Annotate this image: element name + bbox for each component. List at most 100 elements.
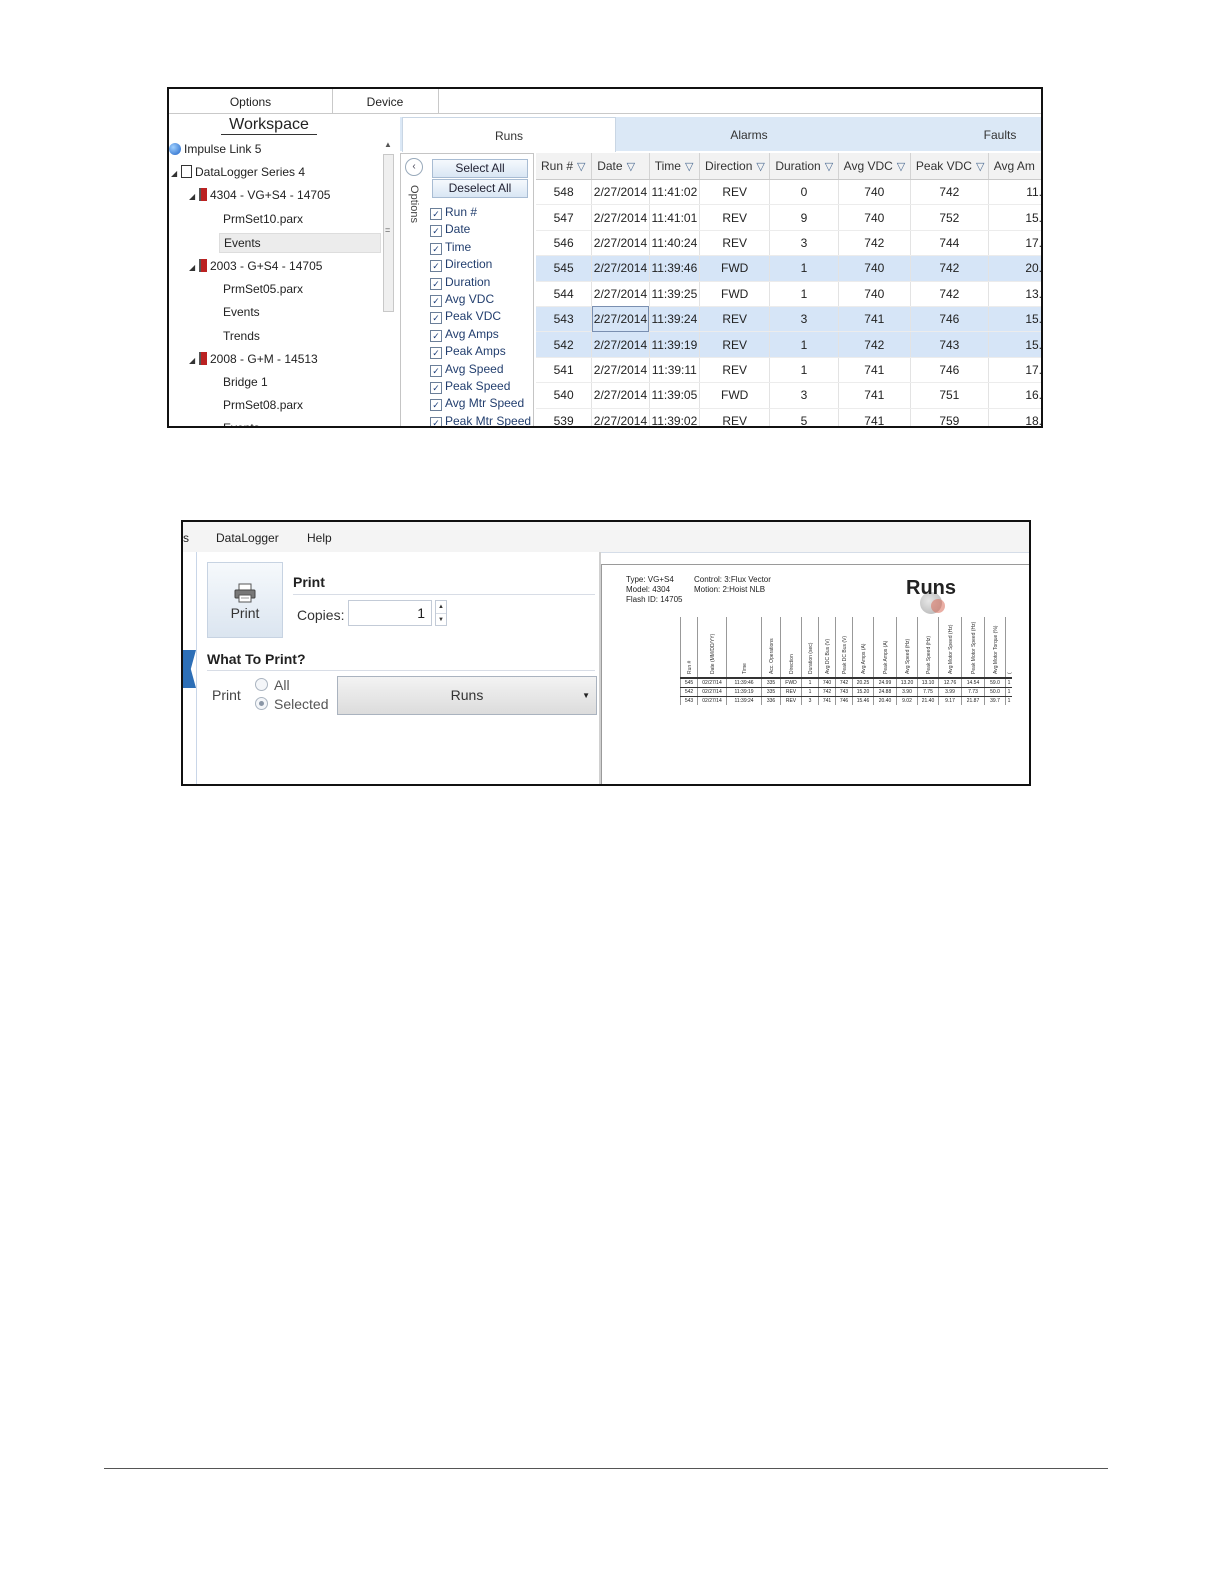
column-checkbox[interactable]: ✓ Peak Mtr Speed bbox=[430, 414, 531, 426]
copies-spinner[interactable]: ▲ ▼ bbox=[435, 600, 447, 626]
table-cell[interactable]: 742 bbox=[838, 230, 911, 257]
table-cell[interactable]: FWD bbox=[699, 281, 771, 307]
table-cell[interactable]: 15. bbox=[988, 306, 1041, 333]
spin-up-icon[interactable]: ▲ bbox=[436, 601, 446, 614]
table-cell[interactable]: 1 bbox=[769, 331, 839, 358]
table-cell[interactable]: REV bbox=[699, 306, 771, 333]
table-cell[interactable]: 544 bbox=[536, 281, 593, 307]
table-cell[interactable]: 0 bbox=[769, 179, 839, 206]
table-row[interactable]: 539 2/27/2014 11:39:02 REV 5 741 759 18. bbox=[536, 408, 1041, 426]
table-cell[interactable]: 15. bbox=[988, 204, 1041, 231]
table-cell[interactable]: FWD bbox=[699, 382, 771, 409]
table-cell[interactable]: 546 bbox=[536, 230, 593, 257]
table-cell[interactable]: 744 bbox=[910, 230, 989, 257]
table-cell[interactable]: 2/27/2014 bbox=[591, 179, 650, 206]
table-cell[interactable]: 2/27/2014 bbox=[591, 382, 650, 409]
table-cell[interactable]: 740 bbox=[838, 281, 911, 307]
table-row[interactable]: 545 2/27/2014 11:39:46 FWD 1 740 742 20. bbox=[536, 255, 1041, 282]
column-header[interactable]: Direction ▽ bbox=[699, 153, 771, 180]
table-cell[interactable]: 740 bbox=[838, 179, 911, 206]
table-cell[interactable]: 5 bbox=[769, 408, 839, 426]
column-checkbox[interactable]: ✓ Direction bbox=[430, 257, 492, 273]
table-cell[interactable]: 2/27/2014 bbox=[591, 255, 650, 282]
menu-datalogger[interactable]: DataLogger bbox=[216, 522, 279, 552]
table-cell[interactable]: 740 bbox=[838, 204, 911, 231]
tree-item[interactable]: ◢ 2003 - G+S4 - 14705 bbox=[189, 257, 322, 275]
table-row[interactable]: 547 2/27/2014 11:41:01 REV 9 740 752 15. bbox=[536, 204, 1041, 231]
expand-toggle-icon[interactable]: ◢ bbox=[189, 259, 199, 277]
table-cell[interactable]: 759 bbox=[910, 408, 989, 426]
column-checkbox[interactable]: ✓ Avg Speed bbox=[430, 362, 504, 377]
checkbox-checked-icon[interactable]: ✓ bbox=[430, 329, 442, 342]
menu-partial[interactable]: s bbox=[183, 522, 189, 552]
column-header[interactable]: Duration ▽ bbox=[769, 153, 839, 180]
tab-alarms[interactable]: Alarms bbox=[644, 117, 854, 151]
table-cell[interactable]: 15. bbox=[988, 331, 1041, 358]
checkbox-checked-icon[interactable]: ✓ bbox=[430, 225, 442, 238]
table-cell[interactable]: 11:39:02 bbox=[649, 408, 701, 426]
column-checkbox[interactable]: ✓ Time bbox=[430, 240, 471, 255]
table-row[interactable]: 543 2/27/2014 11:39:24 REV 3 741 746 15. bbox=[536, 306, 1041, 333]
table-cell[interactable]: 2/27/2014 bbox=[591, 230, 650, 257]
column-checkbox[interactable]: ✓ Peak VDC bbox=[430, 309, 501, 325]
column-checkbox[interactable]: ✓ Avg VDC bbox=[430, 292, 494, 307]
checkbox-checked-icon[interactable]: ✓ bbox=[430, 347, 442, 360]
table-cell[interactable]: 542 bbox=[536, 331, 593, 358]
column-checkbox[interactable]: ✓ Peak Amps bbox=[430, 344, 506, 360]
tab-runs[interactable]: Runs bbox=[402, 117, 616, 152]
column-checkbox[interactable]: ✓ Run # bbox=[430, 205, 477, 220]
table-cell[interactable]: 13. bbox=[988, 281, 1041, 307]
radio-selected-dot[interactable] bbox=[255, 697, 268, 710]
expand-toggle-icon[interactable]: ◢ bbox=[189, 352, 199, 370]
filter-icon[interactable]: ▽ bbox=[577, 160, 585, 173]
table-cell[interactable]: 743 bbox=[910, 331, 989, 358]
table-cell[interactable]: 2/27/2014 bbox=[591, 306, 650, 333]
table-cell[interactable]: 2/27/2014 bbox=[591, 331, 650, 358]
copies-input[interactable]: 1 bbox=[348, 600, 432, 626]
radio-all-dot[interactable] bbox=[255, 678, 268, 691]
table-row[interactable]: 541 2/27/2014 11:39:11 REV 1 741 746 17. bbox=[536, 357, 1041, 384]
table-cell[interactable]: 2/27/2014 bbox=[591, 204, 650, 231]
table-cell[interactable]: 545 bbox=[536, 255, 593, 282]
table-cell[interactable]: 746 bbox=[910, 306, 989, 333]
table-cell[interactable]: 2/27/2014 bbox=[591, 281, 650, 307]
column-header[interactable]: Time ▽ bbox=[649, 153, 701, 180]
table-cell[interactable]: 540 bbox=[536, 382, 593, 409]
table-cell[interactable]: 11:41:01 bbox=[649, 204, 701, 231]
checkbox-checked-icon[interactable]: ✓ bbox=[430, 242, 442, 255]
tree-item[interactable]: Events bbox=[223, 419, 260, 426]
tree-item[interactable]: Events bbox=[223, 303, 260, 321]
select-all-button[interactable]: Select All bbox=[432, 159, 528, 178]
tree-item[interactable]: ◢ DataLogger Series 4 bbox=[171, 163, 305, 181]
table-cell[interactable]: 751 bbox=[910, 382, 989, 409]
table-cell[interactable]: 11:39:05 bbox=[649, 382, 701, 409]
column-checkbox[interactable]: ✓ Date bbox=[430, 222, 470, 238]
checkbox-checked-icon[interactable]: ✓ bbox=[430, 295, 442, 307]
table-cell[interactable]: 11:39:11 bbox=[649, 357, 701, 384]
column-checkbox[interactable]: ✓ Avg Mtr Speed bbox=[430, 396, 524, 412]
table-cell[interactable]: 752 bbox=[910, 204, 989, 231]
column-header[interactable]: Avg Am bbox=[988, 153, 1041, 180]
filter-icon[interactable]: ▽ bbox=[627, 160, 635, 173]
tree-item[interactable]: Impulse Link 5 bbox=[169, 140, 261, 158]
table-cell[interactable]: 741 bbox=[838, 306, 911, 333]
deselect-all-button[interactable]: Deselect All bbox=[432, 179, 528, 198]
table-cell[interactable]: 1 bbox=[769, 281, 839, 307]
tree-item[interactable]: ◢ 2008 - G+M - 14513 bbox=[189, 350, 318, 368]
tree-item[interactable]: Bridge 1 bbox=[223, 373, 268, 391]
table-cell[interactable]: 11:40:24 bbox=[649, 230, 701, 257]
print-target-dropdown[interactable]: Runs ▼ bbox=[337, 676, 597, 715]
checkbox-checked-icon[interactable]: ✓ bbox=[430, 416, 442, 426]
tree-item[interactable]: ◢ 4304 - VG+S4 - 14705 bbox=[189, 186, 330, 204]
checkbox-checked-icon[interactable]: ✓ bbox=[430, 260, 442, 273]
filter-icon[interactable]: ▽ bbox=[976, 160, 984, 173]
column-header[interactable]: Avg VDC ▽ bbox=[838, 153, 911, 180]
table-cell[interactable]: 11:39:46 bbox=[649, 255, 701, 282]
tree-item[interactable]: PrmSet08.parx bbox=[223, 396, 303, 414]
workspace-scrollbar[interactable]: ▲ = bbox=[382, 140, 396, 426]
menu-help[interactable]: Help bbox=[307, 522, 332, 552]
column-header[interactable]: Date ▽ bbox=[591, 153, 650, 180]
table-cell[interactable]: 3 bbox=[769, 306, 839, 333]
filter-icon[interactable]: ▽ bbox=[897, 160, 905, 173]
filter-icon[interactable]: ▽ bbox=[685, 160, 693, 173]
